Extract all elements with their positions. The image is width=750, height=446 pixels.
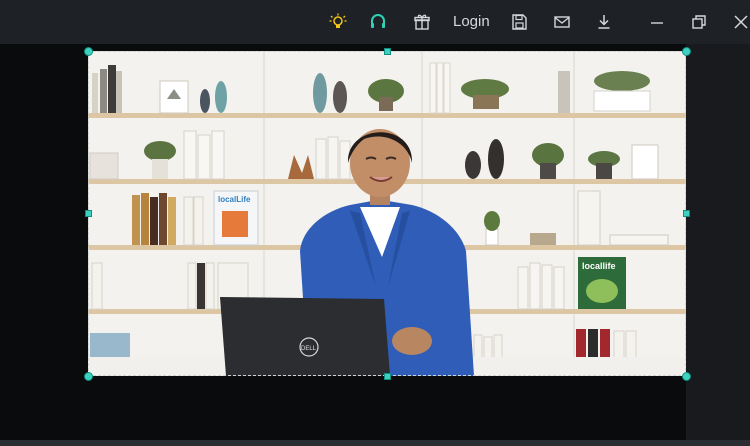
book-label-1: localLife	[218, 195, 251, 204]
mail-icon[interactable]	[550, 10, 574, 34]
restore-icon[interactable]	[687, 10, 711, 34]
title-bar: Login	[0, 0, 750, 44]
resize-handle-bottom-left[interactable]	[84, 372, 93, 381]
video-preview[interactable]: localLife locallife DELL	[88, 51, 686, 376]
gift-icon[interactable]	[410, 10, 434, 34]
resize-handle-left[interactable]	[85, 210, 92, 217]
bulb-icon[interactable]	[326, 10, 350, 34]
close-icon[interactable]	[729, 10, 750, 34]
book-label-2: locallife	[582, 261, 616, 271]
resize-handle-bottom-right[interactable]	[682, 372, 691, 381]
resize-handle-bottom[interactable]	[384, 373, 391, 380]
save-icon[interactable]	[507, 10, 531, 34]
bottom-strip	[0, 440, 750, 446]
laptop-brand: DELL	[301, 346, 317, 352]
minimize-icon[interactable]	[645, 10, 669, 34]
resize-handle-right[interactable]	[683, 210, 690, 217]
login-button[interactable]: Login	[449, 11, 494, 33]
resize-handle-top[interactable]	[384, 48, 391, 55]
headset-icon[interactable]	[366, 10, 390, 34]
download-icon[interactable]	[592, 10, 616, 34]
side-panel	[686, 44, 750, 440]
studio-scene-illustration: localLife locallife DELL	[88, 51, 686, 376]
resize-handle-top-right[interactable]	[682, 47, 691, 56]
resize-handle-top-left[interactable]	[84, 47, 93, 56]
